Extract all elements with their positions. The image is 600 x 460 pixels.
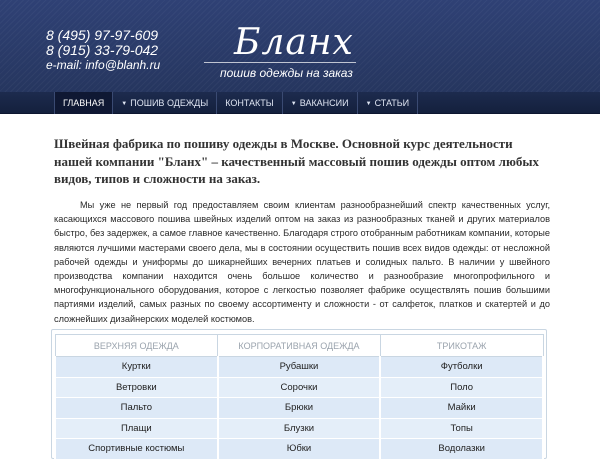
table-row: Ветровки Сорочки Поло: [54, 376, 544, 398]
table-cell-link[interactable]: Поло: [379, 376, 544, 398]
nav-item-0[interactable]: Главная: [54, 92, 114, 114]
table-cell-link[interactable]: Сорочки: [216, 376, 382, 398]
nav-item-label: Пошив одежды: [130, 98, 209, 108]
phone-2[interactable]: 8 (915) 33-79-042: [46, 43, 160, 58]
table-row: Спортивные костюмы Юбки Водолазки: [54, 438, 544, 460]
table-cell-link[interactable]: Спортивные костюмы: [54, 438, 219, 460]
page-heading: Швейная фабрика по пошиву одежды в Москв…: [54, 136, 540, 186]
table-cell-link[interactable]: Топы: [379, 417, 544, 439]
table-cell-link[interactable]: Плащи: [54, 417, 219, 439]
table-row: Плащи Блузки Топы: [54, 417, 544, 439]
main-nav: Главная ▼ Пошив одежды Контакты ▼ Вакансии ▼ Ст…: [0, 92, 600, 114]
phone-1[interactable]: 8 (495) 97-97-609: [46, 28, 160, 43]
nav-item-4[interactable]: ▼ Статьи: [358, 92, 419, 114]
logo-wordmark: Бланх: [234, 22, 354, 63]
table-cell-link[interactable]: Пальто: [54, 397, 219, 419]
table-row: Куртки Рубашки Футболки: [54, 356, 544, 378]
nav-item-3[interactable]: ▼ Вакансии: [283, 92, 358, 114]
site-header: 8 (495) 97-97-609 8 (915) 33-79-042 e-ma…: [0, 0, 600, 92]
table-cell-link[interactable]: Брюки: [216, 397, 382, 419]
nav-item-label: Главная: [63, 98, 105, 108]
column-header: Корпоративная одежда: [217, 334, 381, 357]
nav-item-label: Вакансии: [299, 98, 349, 108]
dropdown-arrow-icon: ▼: [121, 101, 128, 107]
table-cell-link[interactable]: Рубашки: [216, 356, 382, 378]
nav-item-label: Контакты: [225, 98, 274, 108]
table-cell-link[interactable]: Юбки: [216, 438, 382, 460]
table-cell-link[interactable]: Ветровки: [54, 376, 219, 398]
table-cell-link[interactable]: Водолазки: [379, 438, 544, 460]
main-content: Швейная фабрика по пошиву одежды в Москв…: [0, 115, 600, 460]
table-row: Пальто Брюки Майки: [54, 397, 544, 419]
category-table: Верхняя одежда Корпоративная одежда Трикот…: [54, 334, 544, 460]
intro-paragraph: Мы уже не первый год предоставляем своим…: [54, 200, 550, 324]
nav-item-label: Статьи: [374, 98, 410, 108]
nav-item-2[interactable]: Контакты: [217, 92, 283, 114]
column-header: Трикотаж: [379, 334, 544, 357]
table-cell-link[interactable]: Майки: [379, 397, 544, 419]
table-cell-link[interactable]: Футболки: [379, 356, 544, 378]
nav-menu: Главная ▼ Пошив одежды Контакты ▼ Вакансии ▼ Ст…: [54, 92, 419, 114]
column-header: Верхняя одежда: [54, 334, 219, 357]
dropdown-arrow-icon: ▼: [365, 101, 372, 107]
nav-item-1[interactable]: ▼ Пошив одежды: [113, 92, 218, 114]
table-cell-link[interactable]: Куртки: [54, 356, 219, 378]
logo-underline: [204, 62, 356, 63]
site-logo[interactable]: Бланх пошив одежды на заказ: [198, 22, 358, 84]
table-cell-link[interactable]: Блузки: [216, 417, 382, 439]
email-link[interactable]: e-mail: info@blanh.ru: [46, 58, 160, 73]
logo-tagline: пошив одежды на заказ: [220, 66, 353, 80]
dropdown-arrow-icon: ▼: [290, 101, 297, 107]
contact-block: 8 (495) 97-97-609 8 (915) 33-79-042 e-ma…: [46, 28, 160, 73]
